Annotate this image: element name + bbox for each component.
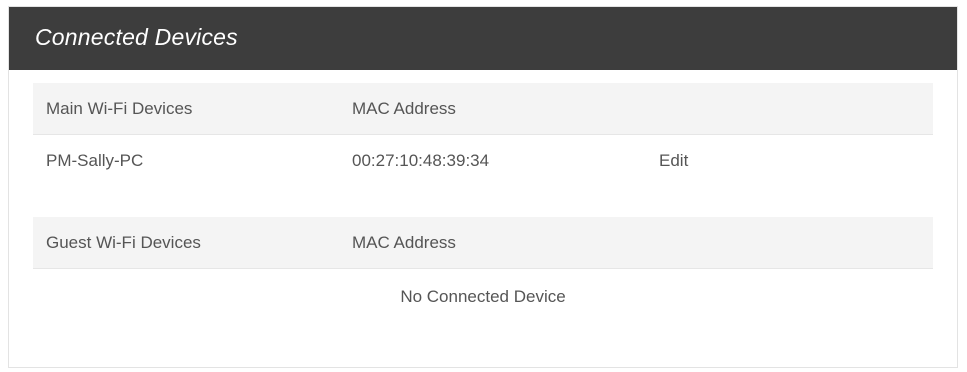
connected-devices-panel: Connected Devices Main Wi-Fi Devices MAC…	[8, 6, 958, 368]
guest-wifi-mac-column-header: MAC Address	[352, 233, 456, 252]
panel-header: Connected Devices	[9, 7, 957, 70]
main-wifi-devices-column-header: Main Wi-Fi Devices	[46, 99, 193, 118]
edit-device-link[interactable]: Edit	[659, 135, 688, 187]
guest-wifi-table-header: Guest Wi-Fi Devices MAC Address	[33, 217, 933, 269]
panel-title: Connected Devices	[35, 24, 238, 50]
table-row: PM-Sally-PC 00:27:10:48:39:34 Edit	[33, 135, 933, 187]
main-wifi-mac-column-header: MAC Address	[352, 99, 456, 118]
guest-wifi-devices-column-header: Guest Wi-Fi Devices	[46, 233, 201, 252]
device-mac: 00:27:10:48:39:34	[352, 151, 490, 170]
guest-wifi-empty-message: No Connected Device	[400, 287, 566, 306]
device-name: PM-Sally-PC	[46, 151, 144, 170]
main-wifi-table-header: Main Wi-Fi Devices MAC Address	[33, 83, 933, 135]
